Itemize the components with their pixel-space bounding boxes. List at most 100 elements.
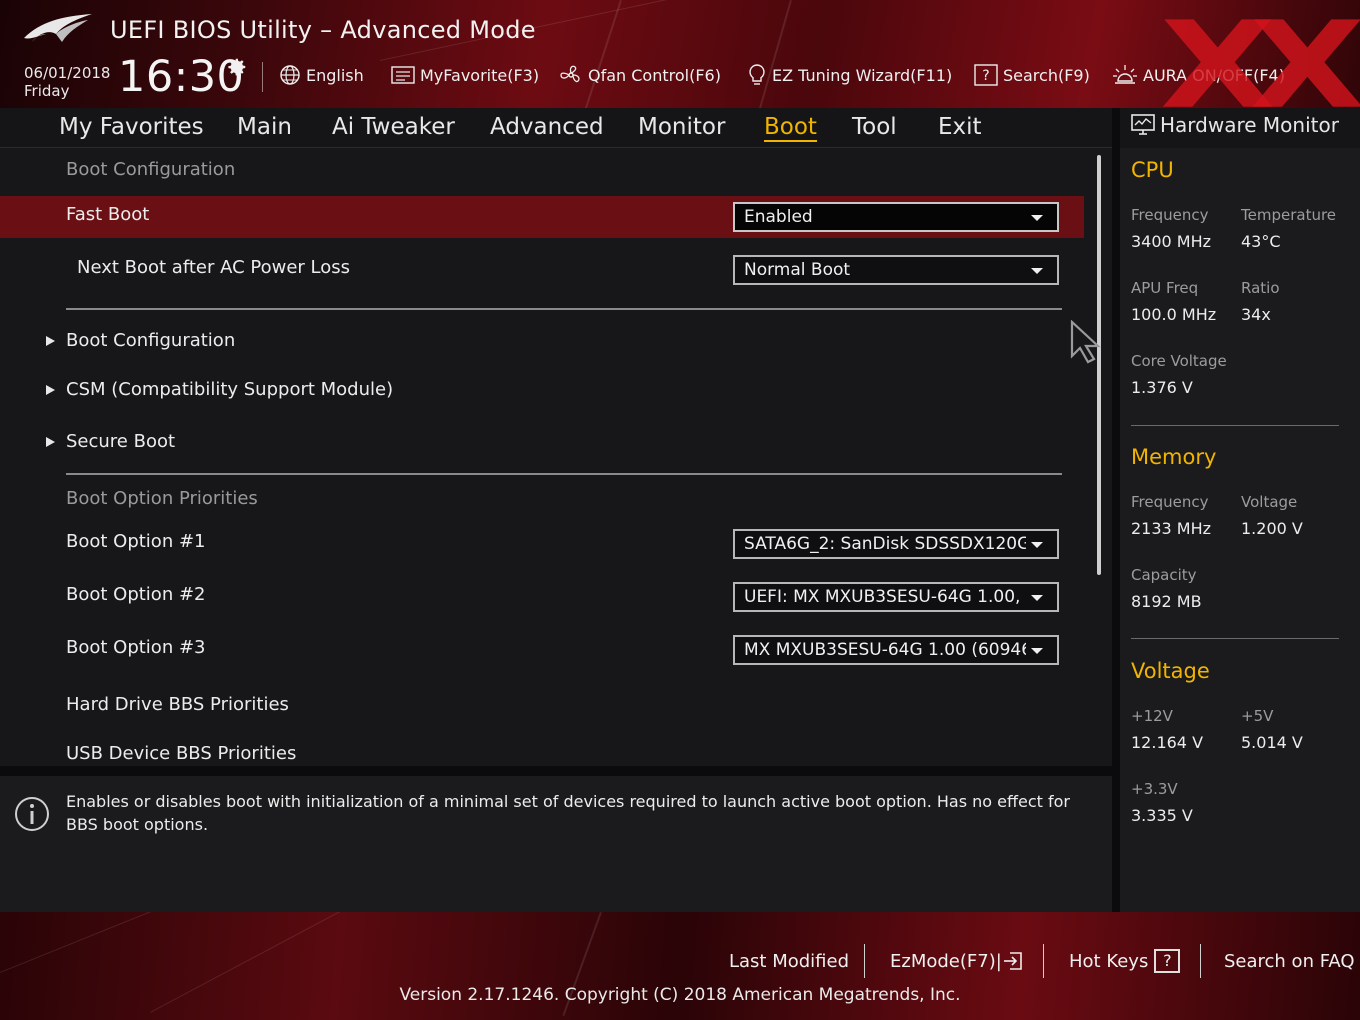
hw-mem-frequency-label: Frequency [1131, 493, 1209, 511]
submenu-boot-configuration[interactable]: Boot Configuration [66, 330, 235, 351]
hw-divider [1131, 425, 1339, 426]
hw-33v-value: 3.335 V [1131, 806, 1193, 825]
submenu-arrow-icon [46, 437, 55, 447]
hw-12v-value: 12.164 V [1131, 733, 1204, 752]
qfan-control-button[interactable]: Qfan Control(F6) [559, 62, 721, 88]
fan-icon [560, 65, 580, 83]
tab-ai-tweaker[interactable]: Ai Tweaker [332, 110, 455, 144]
tab-main[interactable]: Main [237, 110, 292, 144]
fast-boot-select[interactable]: Enabled [733, 202, 1059, 232]
usb-device-bbs-priorities-item[interactable]: USB Device BBS Priorities [66, 743, 296, 764]
hw-core-voltage-value: 1.376 V [1131, 378, 1193, 397]
hw-cpu-temperature-value: 43°C [1241, 232, 1281, 251]
hw-mem-frequency-value: 2133 MHz [1131, 519, 1212, 538]
hw-12v-label: +12V [1131, 707, 1173, 725]
section-divider [66, 473, 1062, 475]
language-label: English [306, 65, 364, 85]
hw-5v-value: 5.014 V [1241, 733, 1303, 752]
hw-apu-freq-value: 100.0 MHz [1131, 305, 1217, 324]
boot-option-2-value: UEFI: MX MXUB3SESU-64G 1.00, Partition 1 [744, 587, 1026, 607]
chevron-down-icon [1031, 542, 1043, 548]
boot-option-1-value: SATA6G_2: SanDisk SDSSDX120GG25 [744, 534, 1026, 554]
hw-mem-voltage-label: Voltage [1241, 493, 1298, 511]
fast-boot-value: Enabled [744, 207, 813, 227]
hw-monitor-title: Hardware Monitor [1160, 113, 1339, 137]
boot-option-1-label: Boot Option #1 [66, 531, 206, 552]
monitor-icon [1131, 114, 1155, 135]
hw-ratio-value: 34x [1241, 305, 1271, 324]
footer-separator [1200, 944, 1201, 978]
next-boot-ac-loss-value: Normal Boot [744, 260, 851, 280]
boot-option-3-value: MX MXUB3SESU-64G 1.00 (60946MB) [744, 640, 1026, 660]
section-boot-priorities-header: Boot Option Priorities [66, 488, 258, 509]
hw-cpu-temperature-label: Temperature [1241, 206, 1337, 224]
favorite-list-icon [391, 66, 415, 84]
submenu-csm[interactable]: CSM (Compatibility Support Module) [66, 379, 393, 400]
search-on-faq-button[interactable]: Search on FAQ [1224, 948, 1355, 974]
last-modified-button[interactable]: Last Modified [729, 948, 849, 974]
mouse-pointer-icon [1070, 320, 1101, 364]
chevron-down-icon [1031, 215, 1043, 221]
tab-tool[interactable]: Tool [852, 110, 897, 144]
tab-advanced[interactable]: Advanced [490, 110, 604, 144]
svg-text:?: ? [982, 68, 989, 84]
hw-capacity-value: 8192 MB [1131, 592, 1202, 611]
hot-keys-button[interactable]: Hot Keys ? [1069, 948, 1181, 974]
tab-monitor[interactable]: Monitor [638, 110, 725, 144]
hw-memory-title: Memory [1131, 445, 1217, 469]
tab-boot[interactable]: Boot [764, 110, 817, 144]
search-label: Search(F9) [1003, 65, 1090, 85]
help-key-icon: ? [1154, 949, 1181, 973]
aura-light-icon [1113, 65, 1137, 84]
boot-option-2-label: Boot Option #2 [66, 584, 206, 605]
rog-logo-icon [24, 14, 92, 42]
section-divider [66, 308, 1062, 310]
search-on-faq-label: Search on FAQ [1224, 950, 1355, 972]
date-display: 06/01/2018 [24, 64, 111, 82]
tab-my-favorites[interactable]: My Favorites [59, 110, 204, 144]
tab-exit[interactable]: Exit [938, 110, 982, 144]
footer-separator [1043, 944, 1044, 978]
globe-icon [280, 65, 300, 85]
help-description: Enables or disables boot with initializa… [66, 792, 1070, 834]
hw-cpu-title: CPU [1131, 158, 1174, 182]
myfavorite-button[interactable]: MyFavorite(F3) [391, 62, 539, 88]
hw-ratio-label: Ratio [1241, 279, 1280, 297]
hw-5v-label: +5V [1241, 707, 1274, 725]
boot-settings-panel: Boot Configuration Fast Boot Enabled Nex… [0, 148, 1112, 766]
header-separator [262, 62, 263, 92]
search-button[interactable]: ? Search(F9) [974, 62, 1090, 88]
help-box-icon: ? [974, 64, 998, 86]
boot-option-3-select[interactable]: MX MXUB3SESU-64G 1.00 (60946MB) [733, 635, 1059, 665]
ez-tuning-wizard-label: EZ Tuning Wizard(F11) [772, 65, 953, 85]
boot-option-3-label: Boot Option #3 [66, 637, 206, 658]
hw-33v-label: +3.3V [1131, 780, 1178, 798]
submenu-arrow-icon [46, 336, 55, 346]
hw-divider [1131, 638, 1339, 639]
exit-arrow-icon [1003, 952, 1022, 970]
language-button[interactable]: English [279, 62, 364, 88]
settings-scrollbar[interactable] [1097, 155, 1101, 575]
hw-mem-voltage-value: 1.200 V [1241, 519, 1303, 538]
chevron-down-icon [1031, 648, 1043, 654]
next-boot-ac-loss-select[interactable]: Normal Boot [733, 255, 1059, 285]
help-info-panel: Enables or disables boot with initializa… [0, 776, 1112, 912]
ez-mode-button[interactable]: EzMode(F7)| [890, 948, 1024, 974]
section-boot-configuration-header: Boot Configuration [66, 159, 236, 180]
submenu-arrow-icon [46, 385, 55, 395]
hot-keys-label: Hot Keys [1069, 950, 1149, 972]
version-copyright: Version 2.17.1246. Copyright (C) 2018 Am… [0, 985, 1360, 1005]
day-display: Friday [24, 82, 70, 100]
ez-tuning-wizard-button[interactable]: EZ Tuning Wizard(F11) [747, 62, 952, 88]
chevron-down-icon [1031, 268, 1043, 274]
hw-voltage-title: Voltage [1131, 659, 1210, 683]
boot-option-1-select[interactable]: SATA6G_2: SanDisk SDSSDX120GG25 [733, 529, 1059, 559]
fast-boot-label: Fast Boot [66, 204, 150, 225]
hard-drive-bbs-priorities-item[interactable]: Hard Drive BBS Priorities [66, 694, 289, 715]
hw-apu-freq-label: APU Freq [1131, 279, 1199, 297]
hw-cpu-frequency-value: 3400 MHz [1131, 232, 1212, 251]
submenu-secure-boot[interactable]: Secure Boot [66, 431, 175, 452]
boot-option-2-select[interactable]: UEFI: MX MXUB3SESU-64G 1.00, Partition 1 [733, 582, 1059, 612]
clock-settings-gear-icon[interactable] [226, 56, 248, 78]
info-icon [15, 797, 49, 831]
